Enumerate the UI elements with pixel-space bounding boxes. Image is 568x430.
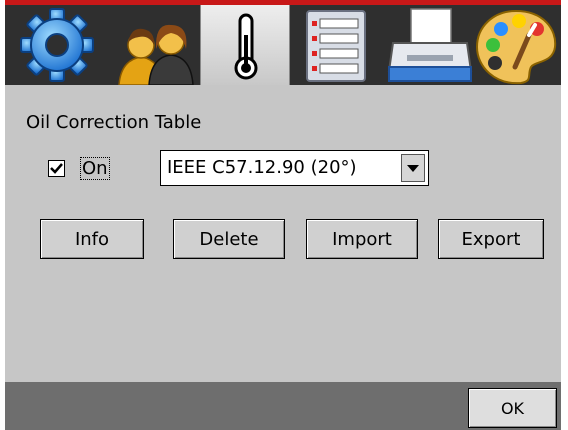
section-title: Oil Correction Table	[26, 112, 202, 133]
tab-appearance[interactable]	[471, 5, 561, 85]
tab-users[interactable]	[109, 5, 199, 85]
info-button[interactable]: Info	[40, 219, 144, 259]
dropdown-arrow-button[interactable]	[401, 154, 425, 182]
delete-button[interactable]: Delete	[173, 219, 285, 259]
chevron-down-icon	[407, 165, 419, 172]
window: Oil Correction Table On IEEE C57.12.90 (…	[5, 0, 561, 430]
tab-settings[interactable]	[15, 5, 105, 85]
tab-list[interactable]	[292, 5, 382, 85]
correction-standard-select[interactable]: IEEE C57.12.90 (20°)	[160, 150, 429, 186]
export-button[interactable]: Export	[438, 219, 544, 259]
palette-icon	[475, 9, 557, 85]
import-button[interactable]: Import	[306, 219, 418, 259]
list-icon	[306, 10, 366, 82]
icon-toolbar	[5, 5, 561, 85]
tab-temperature[interactable]	[200, 5, 290, 85]
footer-bar: OK	[5, 382, 561, 430]
on-checkbox-label[interactable]: On	[80, 157, 110, 180]
on-checkbox[interactable]	[48, 160, 65, 177]
thermometer-icon	[234, 13, 258, 80]
checkmark-icon	[50, 163, 63, 174]
ok-button[interactable]: OK	[468, 388, 557, 428]
users-icon	[118, 24, 194, 85]
tab-print[interactable]	[385, 5, 475, 85]
select-value: IEEE C57.12.90 (20°)	[167, 157, 357, 178]
gear-icon	[20, 8, 94, 82]
printer-icon	[387, 8, 473, 82]
